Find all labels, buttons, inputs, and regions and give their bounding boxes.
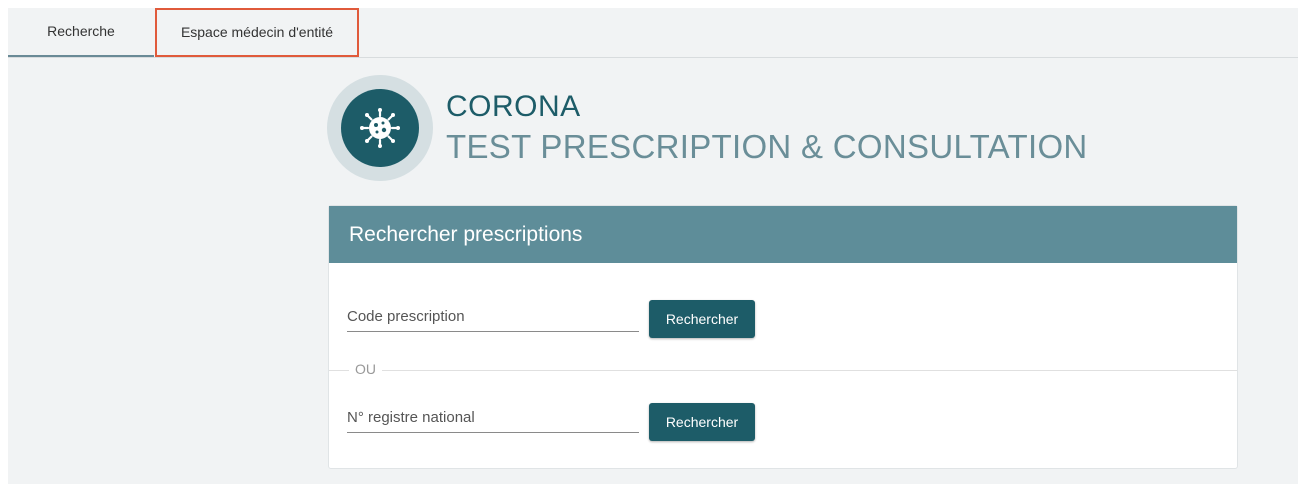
tab-recherche[interactable]: Recherche (8, 8, 154, 57)
prescription-code-input[interactable]: Code prescription (347, 301, 639, 332)
virus-icon (360, 108, 400, 148)
divider (329, 370, 1237, 371)
app-subtitle: TEST PRESCRIPTION & CONSULTATION (446, 128, 1088, 165)
search-national-button[interactable]: Rechercher (649, 403, 755, 441)
card-title: Rechercher prescriptions (329, 206, 1237, 263)
app-title: CORONA (446, 90, 581, 123)
national-register-input[interactable]: N° registre national (347, 402, 639, 433)
tab-bar: Recherche Espace médecin d'entité (8, 8, 1298, 58)
logo (327, 75, 433, 181)
or-separator: OU (349, 361, 382, 377)
search-prescription-button[interactable]: Rechercher (649, 300, 755, 338)
tab-espace-medecin[interactable]: Espace médecin d'entité (155, 8, 359, 57)
search-card: Rechercher prescriptions Code prescripti… (328, 205, 1238, 469)
